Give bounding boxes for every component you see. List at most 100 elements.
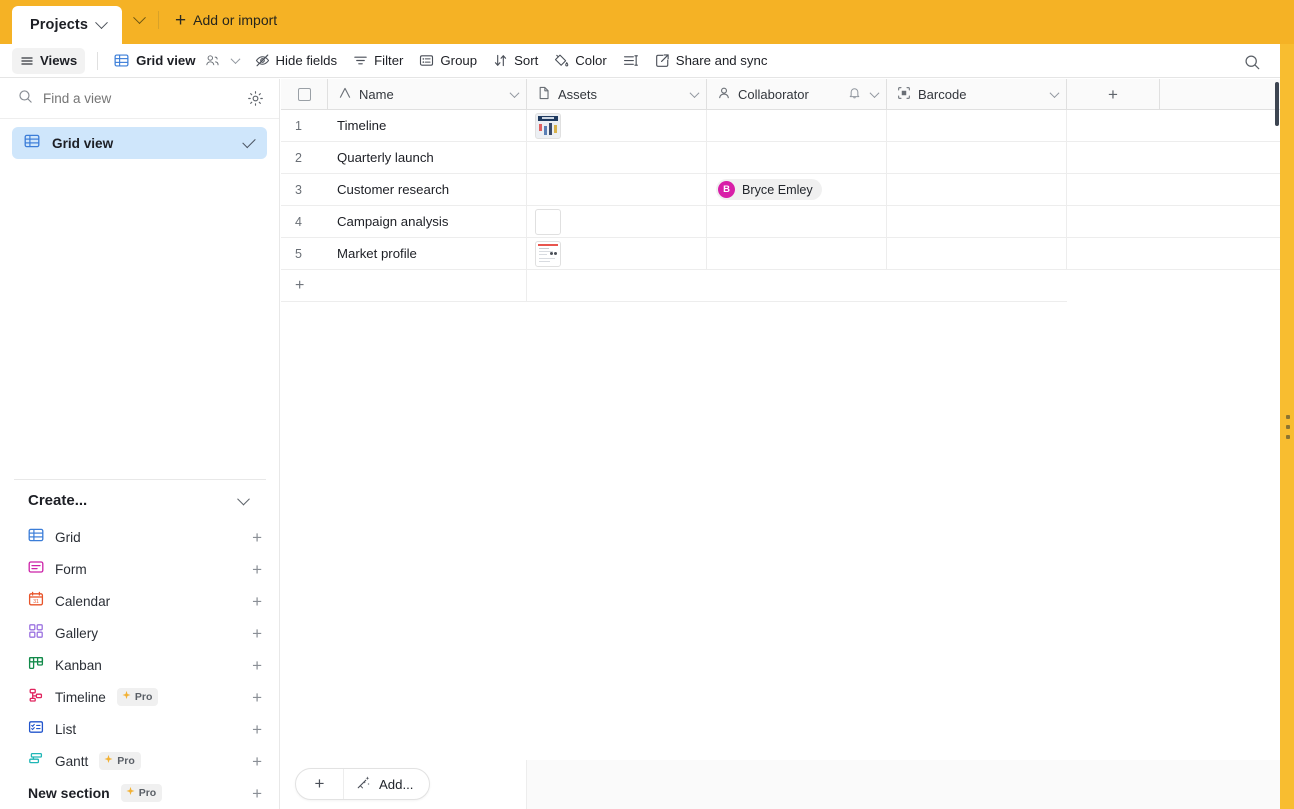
cell-name[interactable]: Customer research — [328, 174, 527, 205]
column-header-assets[interactable]: Assets — [527, 79, 707, 109]
magic-wand-icon — [356, 775, 371, 793]
select-all-header[interactable] — [281, 79, 328, 109]
collaborator-icon — [717, 86, 731, 103]
add-row-left[interactable]: + — [281, 270, 527, 301]
plus-icon[interactable]: + — [252, 689, 262, 706]
create-item-form[interactable]: Form + — [0, 553, 280, 585]
sidebar-item-grid-view[interactable]: Grid view — [12, 127, 267, 159]
cell-barcode[interactable] — [887, 142, 1067, 173]
attachment-icon — [537, 86, 551, 103]
views-button[interactable]: Views — [12, 47, 86, 74]
grid-view-button[interactable]: Grid view — [106, 48, 246, 74]
plus-icon[interactable]: + — [252, 721, 262, 738]
chevron-down-icon[interactable] — [509, 87, 520, 98]
table-row[interactable]: 1 Timeline — [281, 110, 1280, 142]
cell-barcode[interactable] — [887, 174, 1067, 205]
ai-add-button[interactable]: Add... — [344, 775, 429, 793]
cell-name[interactable]: Campaign analysis — [328, 206, 527, 237]
create-item-grid[interactable]: Grid + — [0, 521, 280, 553]
add-record-pill: + Add... — [295, 768, 431, 800]
bell-icon[interactable] — [848, 86, 861, 102]
plus-icon[interactable]: + — [252, 785, 262, 802]
create-section-header[interactable]: Create... — [14, 479, 266, 521]
cell-name[interactable]: Quarterly launch — [328, 142, 527, 173]
panel-resize-handle[interactable] — [1283, 413, 1292, 441]
timeline-icon — [28, 687, 44, 708]
grid-view-label: Grid view — [136, 53, 196, 68]
row-height-button[interactable] — [615, 48, 647, 74]
search-icon[interactable] — [1240, 50, 1264, 74]
tab-projects[interactable]: Projects — [12, 6, 123, 44]
select-all-checkbox[interactable] — [297, 87, 311, 101]
plus-icon[interactable]: + — [252, 625, 262, 642]
tab-list-dropdown-button[interactable] — [122, 5, 156, 35]
plus-icon[interactable]: + — [252, 593, 262, 610]
chevron-down-icon[interactable] — [230, 54, 240, 65]
add-record-button[interactable]: + — [296, 769, 344, 799]
table-row[interactable]: 3 Customer research B Bryce Emley — [281, 174, 1280, 206]
collaborator-chip[interactable]: B Bryce Emley — [716, 179, 822, 200]
cell-collaborator[interactable] — [707, 142, 887, 173]
create-item-calendar[interactable]: 31 Calendar + — [0, 585, 280, 617]
plus-icon[interactable]: + — [252, 657, 262, 674]
row-number: 4 — [295, 214, 302, 229]
share-icon — [655, 53, 670, 68]
filter-label: Filter — [374, 53, 404, 68]
column-header-barcode[interactable]: Barcode — [887, 79, 1067, 109]
cell-collaborator[interactable] — [707, 110, 887, 141]
hide-fields-button[interactable]: Hide fields — [247, 48, 346, 74]
cell-assets[interactable] — [527, 142, 707, 173]
cell-barcode[interactable] — [887, 238, 1067, 269]
gear-icon[interactable] — [245, 89, 265, 109]
blank-thumbnail[interactable] — [535, 208, 561, 235]
sort-button[interactable]: Sort — [485, 48, 546, 74]
table-row[interactable]: 5 Market profile — [281, 238, 1280, 270]
cell-assets[interactable] — [527, 206, 707, 237]
share-and-sync-button[interactable]: Share and sync — [647, 48, 776, 74]
chevron-down-icon[interactable] — [95, 15, 108, 29]
filter-button[interactable]: Filter — [345, 48, 411, 74]
table-row[interactable]: 4 Campaign analysis — [281, 206, 1280, 238]
create-item-new-section[interactable]: New section Pro + — [0, 777, 280, 809]
plus-icon[interactable]: + — [252, 529, 262, 546]
add-row-button[interactable]: + — [281, 270, 1067, 302]
vertical-scrollbar[interactable] — [1275, 82, 1279, 126]
create-item-kanban[interactable]: Kanban + — [0, 649, 280, 681]
plus-icon[interactable]: + — [252, 561, 262, 578]
cell-barcode[interactable] — [887, 206, 1067, 237]
gantt-icon — [28, 751, 44, 772]
column-header-collaborator[interactable]: Collaborator — [707, 79, 887, 109]
avatar: B — [718, 181, 735, 198]
cell-name[interactable]: Market profile — [328, 238, 527, 269]
collaborator-name: Bryce Emley — [742, 182, 813, 197]
plus-icon: + — [175, 9, 187, 31]
cell-barcode[interactable] — [887, 110, 1067, 141]
chevron-down-icon[interactable] — [869, 87, 880, 98]
cell-assets[interactable] — [527, 110, 707, 141]
add-field-button[interactable]: + — [1067, 79, 1160, 109]
create-item-list[interactable]: List + — [0, 713, 280, 745]
cell-assets[interactable] — [527, 174, 707, 205]
document-thumbnail[interactable] — [535, 240, 561, 267]
create-item-gallery[interactable]: Gallery + — [0, 617, 280, 649]
chevron-down-icon[interactable] — [1049, 87, 1060, 98]
chevron-down-icon[interactable] — [689, 87, 700, 98]
add-or-import-button[interactable]: + Add or import — [167, 6, 285, 34]
column-header-name[interactable]: Name — [328, 79, 527, 109]
row-height-icon — [623, 53, 639, 68]
color-button[interactable]: Color — [546, 48, 615, 74]
cell-collaborator[interactable] — [707, 206, 887, 237]
group-button[interactable]: Group — [411, 48, 485, 74]
create-item-gantt[interactable]: Gantt Pro + — [0, 745, 280, 777]
cell-collaborator[interactable]: B Bryce Emley — [707, 174, 887, 205]
chevron-down-icon[interactable] — [237, 492, 250, 506]
cell-collaborator[interactable] — [707, 238, 887, 269]
find-a-view-input[interactable] — [43, 91, 235, 106]
chart-thumbnail[interactable] — [535, 112, 561, 139]
cell-assets[interactable] — [527, 238, 707, 269]
table-row[interactable]: 2 Quarterly launch — [281, 142, 1280, 174]
cell-name[interactable]: Timeline — [328, 110, 527, 141]
plus-icon: + — [295, 276, 305, 294]
plus-icon[interactable]: + — [252, 753, 262, 770]
create-item-timeline[interactable]: Timeline Pro + — [0, 681, 280, 713]
